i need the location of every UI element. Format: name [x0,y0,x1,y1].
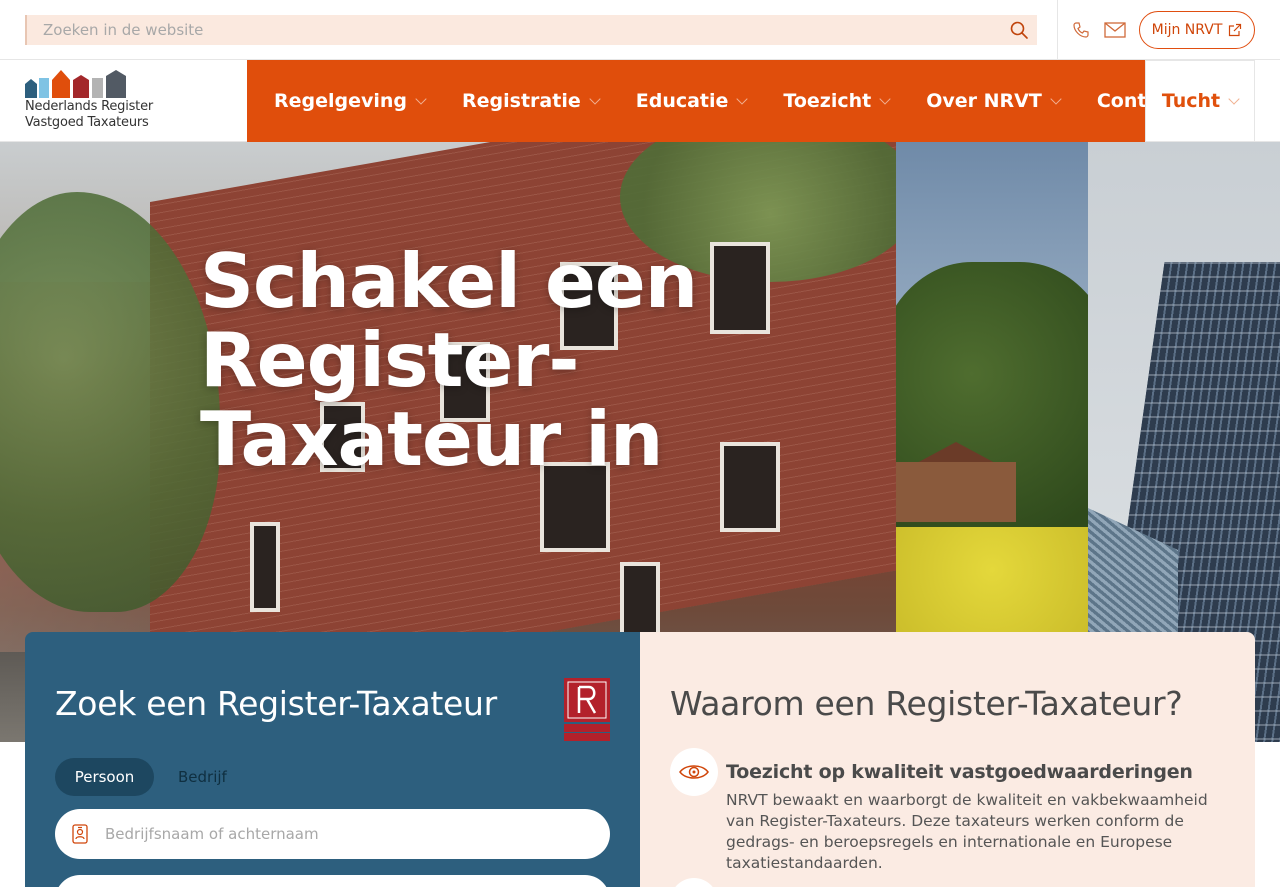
main-nav: Regelgeving Registratie Educatie Toezich… [247,60,1200,142]
farm-house [896,462,1016,522]
search-input[interactable] [27,15,1037,45]
site-search [25,15,1037,45]
chevron-down-icon [589,92,601,105]
id-badge-icon [72,824,88,844]
external-link-icon [1229,23,1242,37]
hero-title: Schakel een Register-Taxateur in [200,237,698,483]
mijn-nrvt-label: Mijn NRVT [1151,22,1223,38]
name-search-field [55,809,610,859]
mail-icon[interactable] [1104,21,1126,39]
search-taxateur-card: Zoek een Register-Taxateur Persoon Bedri… [25,632,640,887]
name-search-input[interactable] [105,809,595,859]
nrvt-logo[interactable]: Nederlands Register Vastgoed Taxateurs [25,70,165,132]
phone-icon[interactable] [1072,21,1090,39]
nav-item-regelgeving[interactable]: Regelgeving [274,60,427,142]
chevron-down-icon [415,92,427,105]
search-icon[interactable] [1009,20,1029,40]
nav-label: Educatie [635,90,729,112]
top-bar: Mijn NRVT [0,0,1280,60]
nav-item-tucht[interactable]: Tucht [1145,60,1255,142]
nav-label: Over NRVT [926,90,1042,112]
nav-label: Registratie [462,90,581,112]
nav-item-over-nrvt[interactable]: Over NRVT [926,60,1062,142]
why-item-icon-wrap-2 [670,878,718,887]
location-search-field[interactable] [55,875,610,887]
chevron-down-icon [1050,92,1062,105]
logo-line-1: Nederlands Register [25,99,154,114]
why-item-title: Toezicht op kwaliteit vastgoedwaardering… [726,761,1193,783]
search-card-title: Zoek een Register-Taxateur [55,684,497,723]
register-taxateur-logo [563,677,611,741]
topbar-divider [1057,0,1058,60]
why-card-title: Waarom een Register-Taxateur? [670,684,1183,723]
house-window [620,562,660,642]
nav-item-toezicht[interactable]: Toezicht [783,60,891,142]
nav-label: Tucht [1161,90,1221,112]
tab-persoon[interactable]: Persoon [55,758,154,796]
nav-item-registratie[interactable]: Registratie [462,60,601,142]
nav-label: Regelgeving [274,90,408,112]
why-item-icon-wrap [670,748,718,796]
nav-item-educatie[interactable]: Educatie [635,60,749,142]
chevron-down-icon [879,92,891,105]
eye-icon [679,765,709,779]
why-item-text: NRVT bewaakt en waarborgt de kwaliteit e… [726,791,1208,872]
logo-line-2: Vastgoed Taxateurs [25,115,149,130]
mijn-nrvt-button[interactable]: Mijn NRVT [1139,11,1255,49]
nav-label: Toezicht [783,90,872,112]
house-window [250,522,280,612]
house-window [720,442,780,532]
logo-houses-mark [25,70,126,98]
main-header: Nederlands Register Vastgoed Taxateurs R… [0,60,1280,142]
why-register-taxateur-card: Waarom een Register-Taxateur? Toezicht o… [640,632,1255,887]
chevron-down-icon [1228,92,1240,105]
chevron-down-icon [736,92,749,105]
tab-bedrijf[interactable]: Bedrijf [178,758,227,796]
